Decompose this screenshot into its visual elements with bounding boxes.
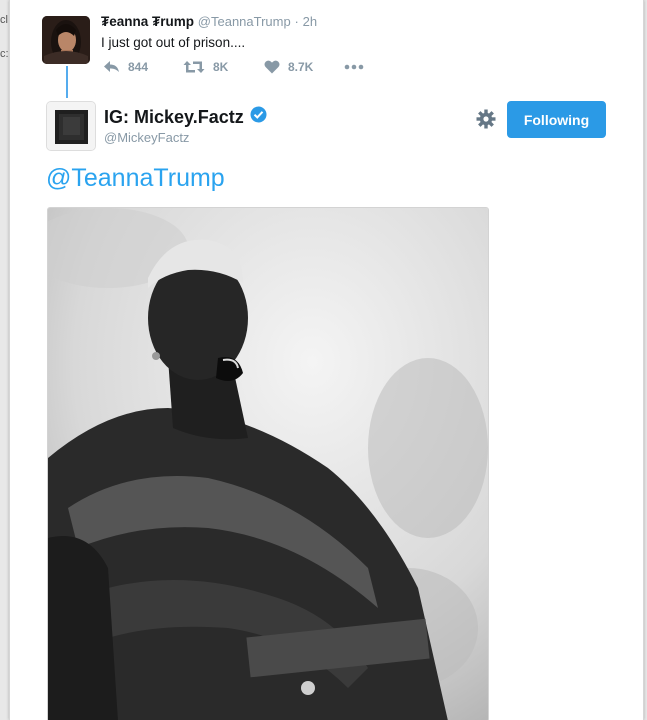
tweet-panel: ₮eanna ₮rump @TeannaTrump · 2h I just go… bbox=[9, 0, 644, 720]
reply-icon bbox=[103, 60, 120, 74]
reply-button[interactable]: 844 bbox=[103, 60, 148, 74]
tweet-time[interactable]: 2h bbox=[303, 14, 317, 29]
retweet-icon bbox=[183, 60, 205, 74]
thread-connector bbox=[66, 66, 68, 98]
separator-dot: · bbox=[294, 14, 299, 29]
ellipsis-icon bbox=[344, 64, 364, 70]
edge-fragment: c: bbox=[0, 48, 9, 60]
tweet-photo[interactable] bbox=[47, 207, 489, 720]
tweet-header: ₮eanna ₮rump @TeannaTrump · 2h bbox=[101, 14, 317, 29]
author-name[interactable]: ₮eanna ₮rump bbox=[101, 14, 194, 29]
author-handle[interactable]: @TeannaTrump bbox=[198, 14, 291, 29]
tweet-text: I just got out of prison.... bbox=[101, 35, 246, 50]
verified-badge-icon bbox=[250, 106, 267, 128]
following-button[interactable]: Following bbox=[507, 101, 606, 138]
like-button[interactable]: 8.7K bbox=[264, 60, 313, 74]
retweet-count: 8K bbox=[213, 60, 229, 74]
gear-icon[interactable] bbox=[476, 109, 496, 129]
avatar[interactable] bbox=[42, 16, 90, 64]
reply-count: 844 bbox=[128, 60, 149, 74]
more-button[interactable] bbox=[344, 64, 364, 70]
avatar[interactable] bbox=[46, 101, 96, 151]
heart-icon bbox=[264, 60, 280, 74]
like-count: 8.7K bbox=[288, 60, 314, 74]
mention-link[interactable]: @TeannaTrump bbox=[46, 164, 225, 193]
edge-fragment: cl bbox=[0, 14, 8, 26]
author-name[interactable]: IG: Mickey.Factz bbox=[104, 107, 244, 128]
author-name-row[interactable]: IG: Mickey.Factz bbox=[104, 106, 267, 128]
retweet-button[interactable]: 8K bbox=[183, 60, 228, 74]
author-handle[interactable]: @MickeyFactz bbox=[104, 130, 189, 145]
